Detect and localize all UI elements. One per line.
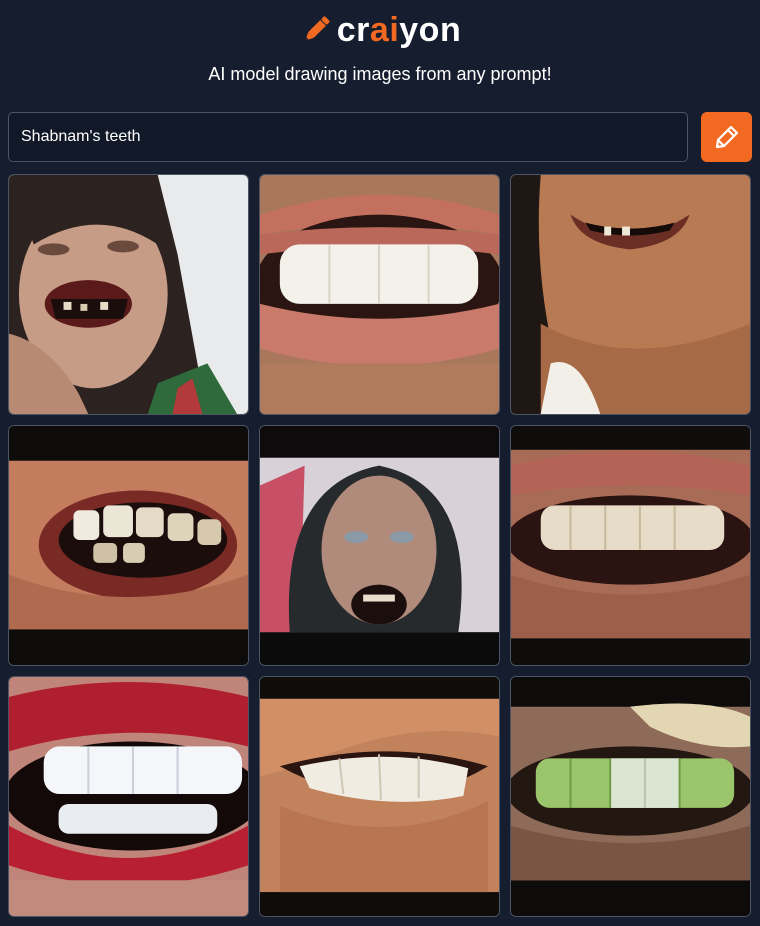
prompt-bar	[8, 112, 752, 162]
generated-image	[9, 175, 248, 414]
generated-image	[511, 175, 750, 414]
result-image-5[interactable]	[259, 425, 500, 666]
result-image-8[interactable]	[259, 676, 500, 917]
generated-image	[260, 175, 499, 414]
generated-image	[9, 426, 248, 665]
logo-text-accent: ai	[369, 11, 400, 49]
logo-text: craiyon	[337, 8, 461, 52]
result-image-7[interactable]	[8, 676, 249, 917]
generated-image	[260, 677, 499, 916]
app-header: craiyon AI model drawing images from any…	[0, 0, 760, 100]
tagline: AI model drawing images from any prompt!	[208, 64, 552, 84]
results-grid	[8, 174, 752, 918]
generated-image	[511, 677, 750, 916]
generated-image	[9, 677, 248, 916]
pencil-icon	[305, 16, 330, 41]
generated-image	[260, 426, 499, 665]
logo-text-prefix: cr	[336, 11, 370, 49]
result-image-1[interactable]	[8, 174, 249, 415]
result-image-3[interactable]	[510, 174, 751, 415]
prompt-input[interactable]	[8, 112, 688, 162]
draw-button[interactable]	[701, 112, 752, 162]
result-image-6[interactable]	[510, 425, 751, 666]
result-image-2[interactable]	[259, 174, 500, 415]
logo[interactable]: craiyon	[0, 8, 760, 52]
pencil-icon	[715, 125, 738, 149]
logo-text-suffix: yon	[399, 11, 462, 49]
generated-image	[511, 426, 750, 665]
result-image-9[interactable]	[510, 676, 751, 917]
result-image-4[interactable]	[8, 425, 249, 666]
